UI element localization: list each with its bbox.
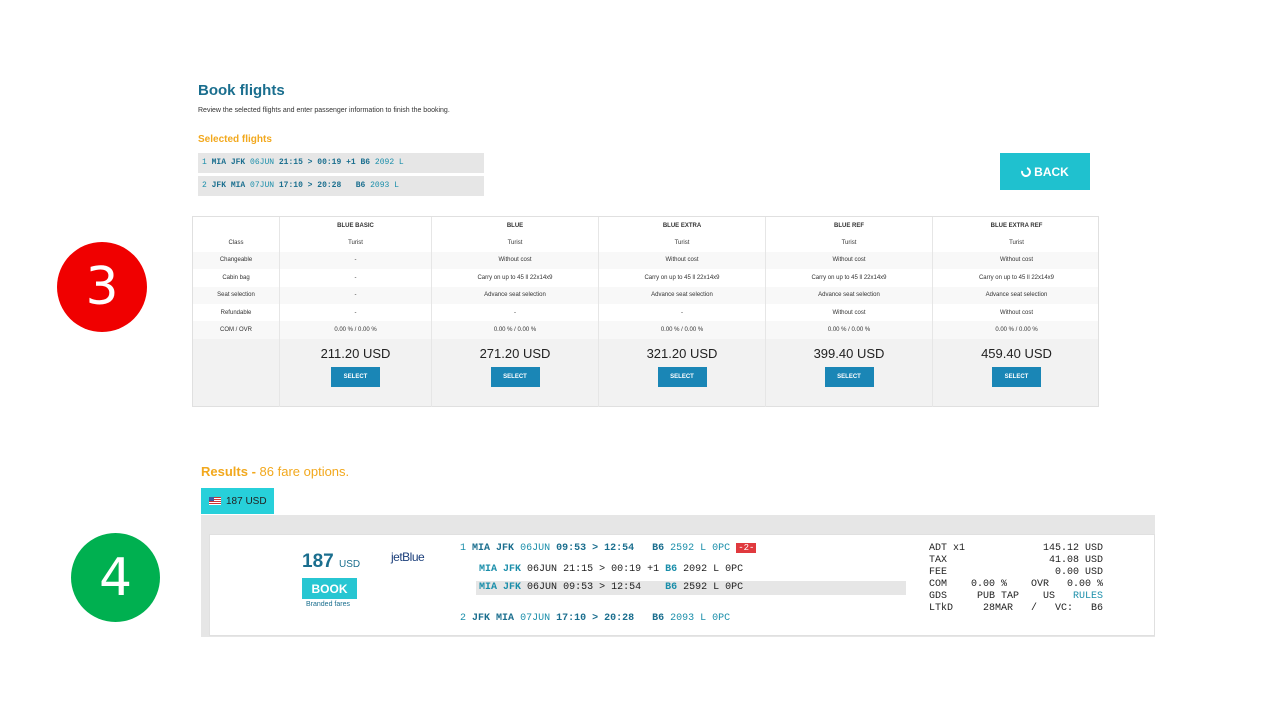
fare-cell: Without cost: [598, 251, 765, 270]
branded-fares-link[interactable]: Branded fares: [306, 601, 350, 608]
select-fare-button[interactable]: SELECT: [331, 367, 380, 387]
book-button[interactable]: BOOK: [302, 578, 357, 599]
step-4-marker: 4: [71, 533, 160, 622]
fare-cell: 0.00 % / 0.00 %: [932, 321, 1100, 339]
fare-cell: Without cost: [765, 303, 932, 322]
price-cell-empty: [193, 339, 279, 407]
price-cell: 211.20 USD SELECT: [279, 339, 431, 407]
fare-price: 399.40 USD: [813, 346, 885, 361]
fare-cell: Without cost: [932, 251, 1100, 270]
select-fare-button[interactable]: SELECT: [657, 367, 707, 387]
fare-row: Class Turist Turist Turist Turist Turist: [193, 234, 1100, 252]
page-subtitle: Review the selected flights and enter pa…: [198, 107, 450, 114]
tab-currency-usd[interactable]: 187 USD: [201, 488, 274, 514]
selected-flights-heading: Selected flights: [198, 134, 272, 145]
fare-price-row: 211.20 USD SELECT 271.20 USD SELECT 321.20 U…: [193, 339, 1098, 407]
back-label: BACK: [1034, 164, 1069, 179]
fare-cell: Carry on up to 45 ll 22x14x9: [431, 269, 598, 287]
fare-row: Cabin bag - Carry on up to 45 ll 22x14x9 Ca…: [193, 269, 1100, 287]
price-cell: 399.40 USD SELECT: [765, 339, 932, 407]
price-cell: 271.20 USD SELECT: [431, 339, 598, 407]
results-label: Results -: [201, 464, 256, 479]
fare-cell: Carry on up to 45 ll 22x14x9: [765, 269, 932, 287]
select-fare-button[interactable]: SELECT: [490, 367, 540, 387]
fare-cell: Without cost: [932, 303, 1100, 322]
fare-row: Seat selection - Advance seat selection Adv…: [193, 286, 1100, 304]
leg-option-selected[interactable]: MIA JFK 06JUN 09:53 > 12:54 B6 2592 L 0P…: [476, 581, 906, 595]
fare-cell: BLUE REF: [765, 217, 932, 235]
fare-row: Refundable - - - Without cost Without cost: [193, 303, 1100, 322]
price-cell: 459.40 USD SELECT: [932, 339, 1100, 407]
fare-cell: Class: [228, 240, 244, 247]
fare-cell: -: [431, 303, 598, 322]
fare-cell: Turist: [765, 234, 932, 252]
fare-cell: 0.00 % / 0.00 %: [431, 321, 598, 339]
step-3-marker: 3: [57, 242, 147, 332]
rules-link[interactable]: RULES: [1073, 591, 1103, 602]
fare-cell: -: [279, 303, 431, 322]
fare-breakdown: ADT x1 145.12 USD TAX 41.08 USD FEE 0.00 U…: [929, 543, 1104, 614]
fare-cell: 0.00 % / 0.00 %: [279, 321, 431, 339]
fare-price: 211.20 USD: [320, 346, 391, 361]
fare-cell: Advance seat selection: [598, 286, 765, 304]
fare-cell: 0.00 % / 0.00 %: [765, 321, 932, 339]
fare-grid: BLUE BASIC BLUE BLUE EXTRA BLUE REF BLUE EXT…: [193, 217, 1098, 339]
select-fare-button[interactable]: SELECT: [992, 367, 1041, 387]
fare-cell: Turist: [932, 234, 1100, 252]
fare-cell: Advance seat selection: [932, 286, 1100, 304]
fare-cell: Changeable: [219, 257, 253, 264]
fare-cell: Seat selection: [217, 292, 255, 299]
fare-cell: BLUE EXTRA REF: [932, 217, 1100, 235]
fare-cell: Turist: [598, 234, 765, 252]
fare-cell: [193, 217, 279, 234]
fare-cell: BLUE: [431, 217, 598, 235]
fare-cell: Carry on up to 45 ll 22x14x9: [598, 269, 765, 287]
fare-cell: -: [598, 303, 765, 322]
selected-segment: 2 JFK MIA 07JUN 17:10 > 20:28 B6 2093 L: [198, 176, 484, 196]
page-title: Book flights: [198, 82, 285, 99]
fare-cell: -: [279, 269, 431, 287]
fare-cell: Carry on up to 45 ll 22x14x9: [932, 269, 1100, 287]
fare-comparison-table: BLUE BASIC BLUE BLUE EXTRA BLUE REF BLUE EXT…: [192, 216, 1099, 407]
result-card: 187 USD BOOK Branded fares jetBlue 1 MIA…: [209, 534, 1155, 636]
fare-cell: BLUE EXTRA: [598, 217, 765, 235]
fare-cell: Without cost: [431, 251, 598, 270]
results-heading: Results - 86 fare options.: [201, 464, 349, 479]
fare-cell: Turist: [279, 234, 431, 252]
undo-icon: [1019, 164, 1033, 179]
leg-option[interactable]: MIA JFK 06JUN 21:15 > 00:19 +1 B6 2092 L…: [479, 564, 743, 575]
back-button[interactable]: BACK: [1000, 153, 1090, 190]
stops-badge: -2-: [736, 543, 757, 553]
fare-header-row: BLUE BASIC BLUE BLUE EXTRA BLUE REF BLUE EXT…: [193, 217, 1100, 235]
fare-row: Changeable - Without cost Without cost Witho…: [193, 251, 1100, 270]
leg-1[interactable]: 1 MIA JFK 06JUN 09:53 > 12:54 B6 2592 L …: [460, 543, 757, 554]
total-price: 187 USD: [302, 551, 361, 572]
fare-cell: Advance seat selection: [431, 286, 598, 304]
fare-cell: -: [279, 251, 431, 270]
price-cell: 321.20 USD SELECT: [598, 339, 765, 407]
fare-cell: COM / OVR: [219, 327, 252, 334]
fare-cell: BLUE BASIC: [279, 217, 431, 235]
tab-label: 187 USD: [226, 495, 267, 507]
fare-cell: Cabin bag: [222, 274, 250, 281]
results-count: 86 fare options.: [259, 464, 350, 479]
us-flag-icon: [209, 497, 221, 505]
fare-cell: -: [279, 286, 431, 304]
leg-2[interactable]: 2 JFK MIA 07JUN 17:10 > 20:28 B6 2093 L …: [460, 613, 730, 624]
results-panel: 187 USD BOOK Branded fares jetBlue 1 MIA…: [201, 515, 1155, 637]
airline-logo: jetBlue: [391, 550, 425, 564]
fare-row: COM / OVR 0.00 % / 0.00 % 0.00 % / 0.00 % 0…: [193, 321, 1100, 339]
fare-cell: 0.00 % / 0.00 %: [598, 321, 765, 339]
fare-cell: Refundable: [220, 309, 252, 316]
fare-cell: Advance seat selection: [765, 286, 932, 304]
fare-cell: Without cost: [765, 251, 932, 270]
selected-segment: 1 MIA JFK 06JUN 21:15 > 00:19 +1 B6 2092…: [198, 153, 484, 173]
fare-cell: Turist: [431, 234, 598, 252]
select-fare-button[interactable]: SELECT: [824, 367, 874, 387]
fare-price: 321.20 USD: [646, 346, 718, 361]
fare-price: 459.40 USD: [981, 346, 1052, 361]
fare-price: 271.20 USD: [479, 346, 551, 361]
